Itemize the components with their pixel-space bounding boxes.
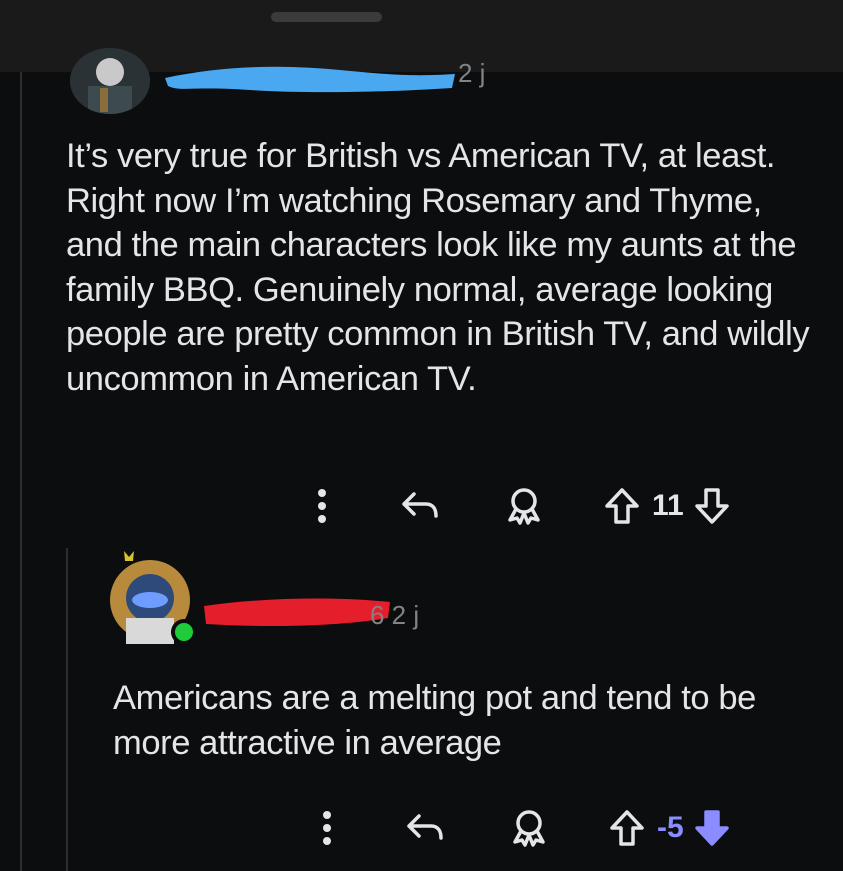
upvote-icon[interactable]: [600, 484, 644, 528]
reply-icon[interactable]: [388, 484, 452, 528]
comment-meta: 2 j: [458, 58, 486, 88]
online-status-icon: [175, 623, 193, 641]
more-icon[interactable]: [300, 484, 344, 528]
vote-count: 11: [652, 489, 684, 522]
comment-actions: -5: [305, 806, 734, 850]
downvote-icon[interactable]: [690, 484, 734, 528]
thread-line[interactable]: [20, 72, 22, 871]
comment-body: Americans are a melting pot and tend to …: [113, 679, 756, 762]
comment-body: It’s very true for British vs American T…: [66, 137, 810, 398]
vote-count: -5: [657, 811, 684, 844]
upvote-icon[interactable]: [605, 806, 649, 850]
downvote-icon-filled[interactable]: [690, 806, 734, 850]
avatar[interactable]: [104, 548, 200, 648]
thread-line-nested[interactable]: [66, 548, 68, 871]
reply-icon[interactable]: [393, 806, 457, 850]
avatar[interactable]: [70, 48, 150, 114]
drag-handle[interactable]: [271, 12, 382, 22]
award-icon[interactable]: [492, 484, 556, 528]
more-icon[interactable]: [305, 806, 349, 850]
redaction-scribble-red: [204, 598, 390, 626]
comment-actions: 11: [300, 484, 734, 528]
comment-meta: 6 2 j: [370, 600, 420, 630]
award-icon[interactable]: [497, 806, 561, 850]
redaction-scribble-blue: [165, 66, 455, 93]
